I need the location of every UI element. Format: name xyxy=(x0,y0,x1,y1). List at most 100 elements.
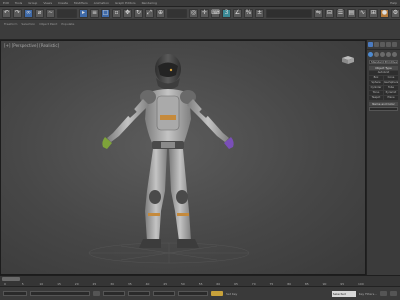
shapes-icon[interactable] xyxy=(374,52,379,57)
create-tab-icon[interactable] xyxy=(368,42,373,47)
placement-icon[interactable]: ⊕ xyxy=(156,8,165,18)
display-tab-icon[interactable] xyxy=(392,42,397,47)
3dsmax-window: Edit Tools Group Views Create Modifiers … xyxy=(0,0,400,300)
menu-item-create[interactable]: Create xyxy=(58,1,68,5)
menu-item-views[interactable]: Views xyxy=(43,1,52,5)
menu-item-help[interactable]: Help xyxy=(390,1,397,5)
home-grid xyxy=(88,242,250,264)
status-bar: Set Key Selected Key Filters... xyxy=(0,286,400,300)
menu-item-group[interactable]: Group xyxy=(28,1,37,5)
bind-space-warp-icon[interactable]: ~ xyxy=(46,8,55,18)
prompt-line xyxy=(30,291,90,296)
menu-item-edit[interactable]: Edit xyxy=(3,1,9,5)
percent-snap-icon[interactable]: % xyxy=(244,8,253,18)
keyboard-shortcut-icon[interactable]: ⌨ xyxy=(211,8,220,18)
reference-coordinate-dropdown[interactable] xyxy=(167,8,187,18)
menu-item-graph-editors[interactable]: Graph Editors xyxy=(115,1,136,5)
schematic-view-icon[interactable]: ⊞ xyxy=(369,8,378,18)
command-panel-tabs xyxy=(367,40,400,50)
curve-editor-icon[interactable]: ∿ xyxy=(358,8,367,18)
select-by-name-icon[interactable]: ≡ xyxy=(90,8,99,18)
rotate-icon[interactable]: ↻ xyxy=(134,8,143,18)
unlink-icon[interactable]: ⌀ xyxy=(35,8,44,18)
move-icon[interactable]: ✥ xyxy=(123,8,132,18)
menu-item-rendering[interactable]: Rendering xyxy=(142,1,157,5)
toggle-ribbon-icon[interactable]: ▤ xyxy=(347,8,356,18)
menu-item-tools[interactable]: Tools xyxy=(15,1,22,5)
snaps-toggle-icon[interactable]: 3 xyxy=(222,8,231,18)
sphere-button[interactable]: Sphere xyxy=(369,81,383,85)
menu-bar: Edit Tools Group Views Create Modifiers … xyxy=(0,0,400,7)
perspective-viewport[interactable]: [+] [Perspective] [Realistic] xyxy=(0,40,366,275)
material-editor-icon[interactable]: ● xyxy=(380,8,389,18)
key-filters-button[interactable]: Key Filters... xyxy=(359,292,377,296)
spinner-snap-icon[interactable]: ± xyxy=(255,8,264,18)
undo-icon[interactable]: ↶ xyxy=(2,8,11,18)
name-and-color-rollout[interactable]: Name and Color xyxy=(369,102,398,106)
tab-freeform[interactable]: Freeform xyxy=(4,22,17,26)
main-toolbar: ↶ ↷ ∞ ⌀ ~ ▸ ≡ □ ▫ ✥ ↻ ⤢ ⊕ ◎ ✛ ⌨ 3 ∠ % ± … xyxy=(0,7,400,20)
helpers-icon[interactable] xyxy=(392,52,397,57)
align-icon[interactable]: ⊟ xyxy=(325,8,334,18)
box-button[interactable]: Box xyxy=(369,76,383,80)
redo-icon[interactable]: ↷ xyxy=(13,8,22,18)
lights-icon[interactable] xyxy=(380,52,385,57)
motion-tab-icon[interactable] xyxy=(386,42,391,47)
object-type-rollout[interactable]: Object Type xyxy=(369,66,398,70)
window-crossing-icon[interactable]: ▫ xyxy=(112,8,121,18)
time-slider[interactable] xyxy=(2,277,20,281)
z-coordinate-field[interactable] xyxy=(153,291,175,296)
tab-selection[interactable]: Selection xyxy=(21,22,35,26)
tab-object-paint[interactable]: Object Paint xyxy=(39,22,57,26)
tube-button[interactable]: Tube xyxy=(384,86,398,90)
selection-filter-dropdown[interactable] xyxy=(57,8,77,18)
y-coordinate-field[interactable] xyxy=(128,291,150,296)
play-animation-icon[interactable] xyxy=(380,291,387,296)
menu-item-animation[interactable]: Animation xyxy=(94,1,109,5)
geometry-icon[interactable] xyxy=(368,52,373,57)
scale-icon[interactable]: ⤢ xyxy=(145,8,154,18)
angle-snap-icon[interactable]: ∠ xyxy=(233,8,242,18)
geosphere-button[interactable]: GeoSphere xyxy=(384,81,398,85)
character-model[interactable] xyxy=(1,41,365,274)
teapot-button[interactable]: Teapot xyxy=(369,96,383,100)
cylinder-button[interactable]: Cylinder xyxy=(369,86,383,90)
pyramid-button[interactable]: Pyramid xyxy=(384,91,398,95)
hierarchy-tab-icon[interactable] xyxy=(380,42,385,47)
time-configuration-icon[interactable] xyxy=(390,291,397,296)
autogrid-checkbox[interactable]: AutoGrid xyxy=(369,71,398,75)
helmet xyxy=(155,54,181,90)
modify-tab-icon[interactable] xyxy=(374,42,379,47)
autogrid-row: AutoGrid xyxy=(369,71,398,75)
left-leg xyxy=(139,149,167,248)
cone-button[interactable]: Cone xyxy=(384,76,398,80)
lock-selection-icon[interactable] xyxy=(93,291,100,296)
grid-spacing-field xyxy=(178,291,208,296)
maxscript-listener-field[interactable] xyxy=(3,291,27,296)
primitive-row: Box Cone xyxy=(369,76,398,80)
select-object-icon[interactable]: ▸ xyxy=(79,8,88,18)
link-icon[interactable]: ∞ xyxy=(24,8,33,18)
primitive-type-dropdown[interactable]: Standard Primitives xyxy=(369,60,398,64)
torus-button[interactable]: Torus xyxy=(369,91,383,95)
tab-populate[interactable]: Populate xyxy=(61,22,74,26)
command-panel: Standard Primitives Object Type AutoGrid… xyxy=(366,40,400,275)
plane-button[interactable]: Plane xyxy=(384,96,398,100)
primitive-row: Teapot Plane xyxy=(369,96,398,100)
cameras-icon[interactable] xyxy=(386,52,391,57)
menu-item-modifiers[interactable]: Modifiers xyxy=(74,1,88,5)
object-name-field[interactable] xyxy=(369,107,398,111)
pivot-center-icon[interactable]: ◎ xyxy=(189,8,198,18)
select-manipulate-icon[interactable]: ✛ xyxy=(200,8,209,18)
render-setup-icon[interactable]: ⚙ xyxy=(391,8,400,18)
timeline[interactable]: 0 5 10 15 20 25 30 35 40 45 50 55 60 65 70 75 80 85 90 95 10… xyxy=(0,275,400,286)
named-selection-set-dropdown[interactable] xyxy=(266,8,312,18)
menu-right: Help xyxy=(390,1,397,5)
auto-key-button[interactable] xyxy=(211,291,223,296)
key-selection-dropdown[interactable]: Selected xyxy=(331,290,356,297)
ribbon: Freeform Selection Object Paint Populate xyxy=(0,20,400,40)
x-coordinate-field[interactable] xyxy=(103,291,125,296)
layer-explorer-icon[interactable]: ☰ xyxy=(336,8,345,18)
rectangular-selection-icon[interactable]: □ xyxy=(101,8,110,18)
mirror-icon[interactable]: ⇋ xyxy=(314,8,323,18)
